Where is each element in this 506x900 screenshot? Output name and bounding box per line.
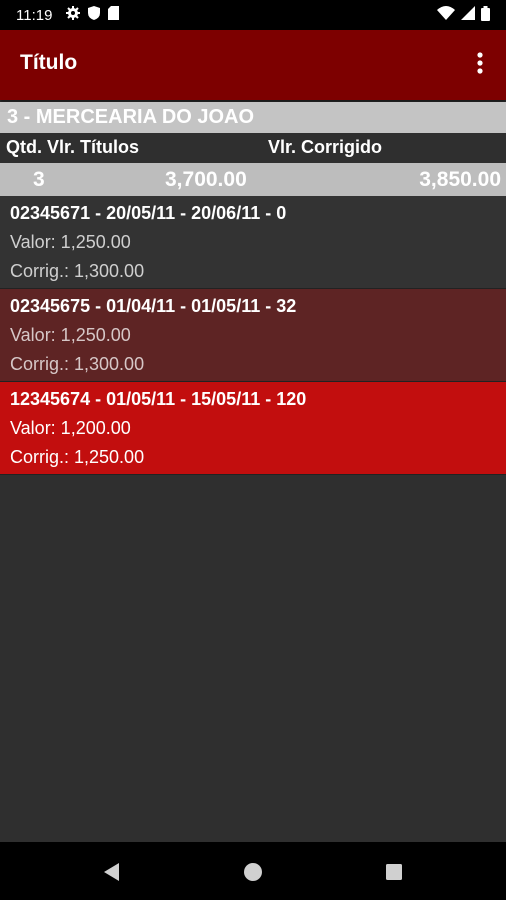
app-bar: Título	[0, 30, 506, 100]
titulo-header: 12345674 - 01/05/11 - 15/05/11 - 120	[10, 389, 307, 409]
corrigido-value: 3,850.00	[419, 168, 501, 191]
status-bar: 11:19	[0, 0, 506, 30]
page-title: Título	[20, 51, 78, 74]
titulo-corrig: Corrig.: 1,250.00	[10, 447, 145, 467]
titulo-header: 02345675 - 01/04/11 - 01/05/11 - 32	[10, 296, 297, 316]
sd-card-icon	[108, 6, 120, 24]
signal-icon	[461, 6, 475, 24]
summary-values: 3 3,700.00 3,850.00	[0, 163, 506, 196]
titulo-valor: Valor: 1,250.00	[10, 325, 131, 345]
titulo-corrig: Corrig.: 1,300.00	[10, 354, 145, 374]
overflow-menu-button[interactable]	[468, 50, 492, 80]
battery-icon	[481, 5, 490, 25]
total-value: 3,700.00	[165, 168, 247, 191]
summary-header: Qtd. Vlr. Títulos Vlr. Corrigido	[0, 133, 506, 163]
titulo-header: 02345671 - 20/05/11 - 20/06/11 - 0	[10, 203, 287, 223]
back-icon	[100, 863, 124, 888]
back-button[interactable]	[100, 860, 124, 884]
vlr-corrigido-label: Vlr. Corrigido	[268, 137, 383, 157]
more-vert-icon	[477, 51, 483, 79]
navigation-bar	[0, 842, 506, 900]
list-item[interactable]: 02345671 - 20/05/11 - 20/06/11 - 0 Valor…	[0, 196, 506, 289]
gear-icon	[66, 6, 81, 24]
list-item[interactable]: 12345674 - 01/05/11 - 15/05/11 - 120 Val…	[0, 382, 506, 475]
titulo-valor: Valor: 1,200.00	[10, 418, 131, 438]
list-item[interactable]: 02345675 - 01/04/11 - 01/05/11 - 32 Valo…	[0, 289, 506, 382]
status-right	[437, 5, 490, 25]
status-time: 11:19	[16, 6, 53, 24]
client-name: 3 - MERCEARIA DO JOAO	[0, 102, 506, 133]
titulo-valor: Valor: 1,250.00	[10, 232, 131, 252]
titulo-corrig: Corrig.: 1,300.00	[10, 261, 145, 281]
status-left: 11:19	[16, 6, 120, 24]
qtd-value: 3	[33, 168, 45, 191]
home-button[interactable]	[241, 860, 265, 884]
shield-icon	[88, 6, 101, 24]
recents-button[interactable]	[382, 860, 406, 884]
qtd-vlr-titulos-label: Qtd. Vlr. Títulos	[6, 137, 140, 157]
home-icon	[241, 863, 265, 888]
recents-icon	[382, 864, 406, 888]
wifi-icon	[437, 6, 455, 24]
